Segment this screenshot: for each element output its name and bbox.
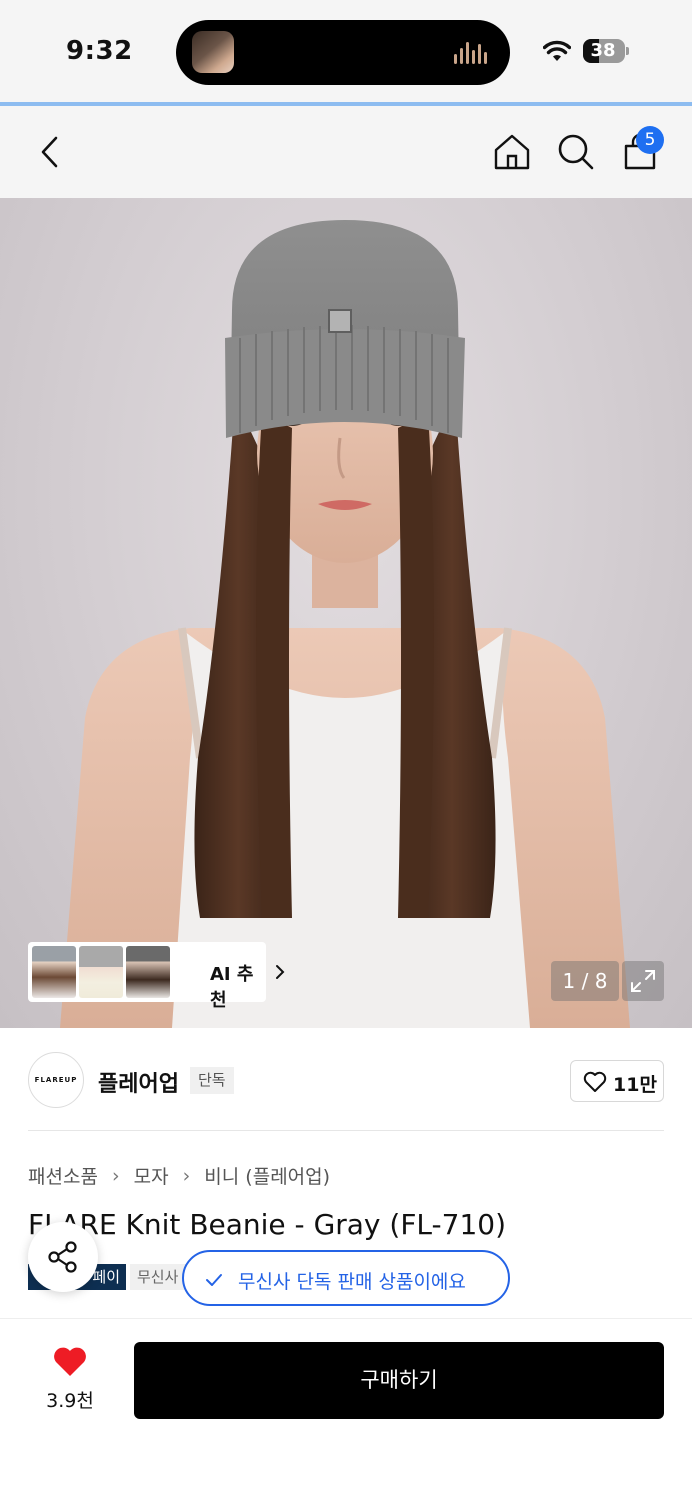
breadcrumb-item[interactable]: 모자 <box>134 1166 169 1188</box>
cart-count-badge: 5 <box>636 126 664 154</box>
battery-tip <box>626 47 629 55</box>
recommend-thumbnail <box>32 946 76 998</box>
battery-percent: 38 <box>590 40 616 61</box>
wifi-icon <box>543 40 571 61</box>
brand-name[interactable]: 플레어업 <box>98 1066 179 1098</box>
breadcrumb-item[interactable]: 비니 (플레어업) <box>204 1166 330 1188</box>
brand-like-button[interactable]: 11만 <box>570 1060 664 1102</box>
wishlist-count: 3.9천 <box>46 1390 94 1412</box>
exclusive-sale-toast: 무신사 단독 판매 상품이에요 <box>182 1250 510 1306</box>
ai-recommend-chip[interactable]: AI 추천 <box>28 942 285 1011</box>
back-icon[interactable] <box>30 130 74 174</box>
heart-filled-icon[interactable] <box>52 1346 88 1378</box>
buy-button[interactable]: 구매하기 <box>134 1342 664 1419</box>
section-divider <box>28 1130 664 1131</box>
battery-icon: 38 <box>583 39 625 63</box>
check-icon <box>206 1274 222 1286</box>
status-time: 9:32 <box>66 36 133 66</box>
model-wearing-beanie-photo <box>60 220 630 1028</box>
status-bar: 9:32 38 <box>0 0 692 104</box>
exclusive-badge: 단독 <box>190 1067 234 1094</box>
exclusive-sale-message: 무신사 단독 판매 상품이에요 <box>238 1271 466 1293</box>
home-icon[interactable] <box>490 130 534 174</box>
share-button[interactable] <box>28 1222 98 1292</box>
ai-recommend-label: AI 추천 <box>210 964 254 1011</box>
chevron-right-icon: › <box>182 1164 191 1187</box>
chevron-right-icon: › <box>111 1164 120 1187</box>
product-title: FLARE Knit Beanie - Gray (FL-710) <box>28 1208 507 1241</box>
now-playing-artwork <box>192 31 234 73</box>
product-image[interactable] <box>0 198 692 1028</box>
brand-logo[interactable]: FLAREUP <box>28 1052 84 1108</box>
recommend-thumbnail <box>79 946 123 998</box>
breadcrumb: 패션소품 › 모자 › 비니 (플레어업) <box>28 1162 330 1189</box>
chevron-right-icon <box>276 965 285 979</box>
expand-icon <box>631 970 655 992</box>
recommend-thumbnail <box>126 946 170 998</box>
brand-like-count: 11만 <box>613 1074 657 1096</box>
image-counter: 1 / 8 <box>551 961 619 1001</box>
breadcrumb-item[interactable]: 패션소품 <box>28 1166 98 1188</box>
share-icon <box>48 1241 77 1273</box>
top-nav-bar <box>0 106 692 198</box>
store-tag: 무신사 <box>130 1264 190 1290</box>
expand-image-button[interactable] <box>622 961 664 1001</box>
search-icon[interactable] <box>554 130 598 174</box>
audio-waveform-icon <box>454 42 492 64</box>
heart-outline-icon <box>583 1071 607 1092</box>
dynamic-island[interactable] <box>176 20 510 85</box>
